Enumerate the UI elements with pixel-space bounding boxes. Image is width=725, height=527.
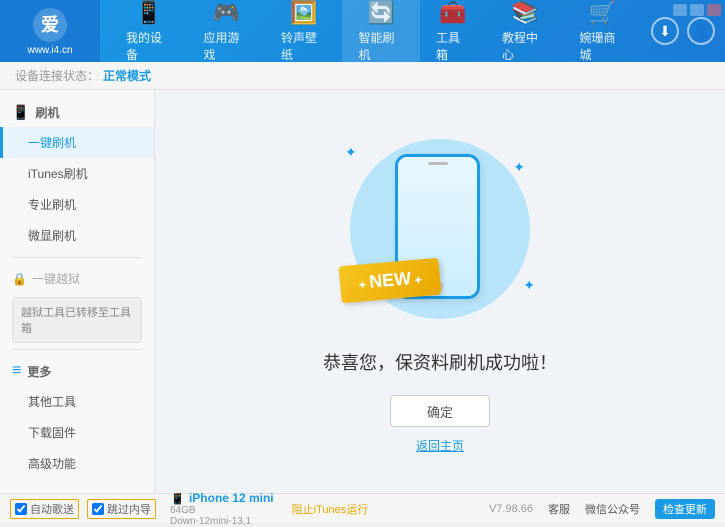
nav-label-smart-flash: 智能刷机 (358, 29, 403, 63)
device-firmware: Down-12mini-13,1 (170, 516, 274, 527)
wechat-official-link[interactable]: 微信公众号 (585, 501, 640, 517)
maximize-btn[interactable] (690, 4, 704, 16)
apps-games-icon: 🎮 (213, 0, 240, 26)
phone-speaker (428, 162, 448, 165)
svg-text:爱: 爱 (41, 15, 59, 35)
success-title: 恭喜您，保资料刷机成功啦！ (323, 349, 557, 375)
flash-section-icon: 📱 (12, 104, 29, 121)
download-btn[interactable]: ⬇ (651, 17, 679, 45)
skip-wizard-input[interactable] (92, 503, 104, 515)
device-storage: 64GB (170, 505, 274, 516)
auto-launch-checkbox[interactable]: 自动歌送 (10, 499, 79, 519)
stop-itunes[interactable]: 阻止iTunes运行 (292, 501, 369, 517)
nav-label-ringtone: 铃声壁纸 (281, 29, 326, 63)
nav-label-apps-games: 应用游戏 (203, 29, 248, 63)
bottom-right: V7.98.66 客服 微信公众号 检查更新 (489, 499, 715, 519)
nav-item-apps-games[interactable]: 🎮 应用游戏 (187, 0, 264, 62)
bottom-bar: 自动歌送 跳过内导 📱 iPhone 12 mini 64GB Down-12m… (0, 493, 725, 523)
main-layout: 📱 刷机 一键刷机 iTunes刷机 专业刷机 微显刷机 🔒 一键越狱 越狱工具… (0, 90, 725, 493)
nav-item-my-device[interactable]: 📱 我的设备 (110, 0, 187, 62)
jailbreak-notice: 越狱工具已转移至工具箱 (12, 297, 142, 343)
check-update-btn[interactable]: 检查更新 (655, 499, 715, 519)
nav-items: 📱 我的设备 🎮 应用游戏 🖼️ 铃声壁纸 🔄 智能刷机 🧰 工具箱 📚 教程中… (100, 0, 651, 62)
sidebar-item-advanced[interactable]: 高级功能 (0, 448, 154, 479)
nav-label-tutorial: 教程中心 (502, 29, 547, 63)
nav-item-toolbox[interactable]: 🧰 工具箱 (420, 0, 486, 62)
one-key-flash-label: 一键刷机 (28, 136, 76, 150)
device-info: 📱 iPhone 12 mini 64GB Down-12mini-13,1 (170, 491, 274, 527)
tutorial-icon: 📚 (511, 0, 538, 26)
itunes-flash-label: iTunes刷机 (28, 167, 88, 181)
skip-wizard-checkbox[interactable]: 跳过内导 (87, 499, 156, 519)
customer-service-link[interactable]: 客服 (548, 501, 570, 517)
status-bar: 设备连接状态： 正常模式 (0, 62, 725, 90)
screen-flash-label: 微显刷机 (28, 229, 76, 243)
status-value: 正常模式 (103, 67, 151, 84)
mom-store-icon: 🛒 (589, 0, 616, 26)
version-text: V7.98.66 (489, 503, 533, 515)
sidebar-item-itunes-flash[interactable]: iTunes刷机 (0, 158, 154, 189)
skip-wizard-label: 跳过内导 (107, 501, 151, 517)
sidebar-item-download-firmware[interactable]: 下载固件 (0, 417, 154, 448)
sidebar-section-jailbreak: 🔒 一键越狱 (0, 264, 154, 293)
nav-item-mom-store[interactable]: 🛒 婉珊商城 (564, 0, 641, 62)
content-area: ✦ ✦ ✦ NEW 恭喜您，保资料刷机成功啦！ 确定 返回主页 (155, 90, 725, 493)
status-label: 设备连接状态： (15, 67, 99, 84)
sidebar: 📱 刷机 一键刷机 iTunes刷机 专业刷机 微显刷机 🔒 一键越狱 越狱工具… (0, 90, 155, 493)
sidebar-section-more: ≡ 更多 (0, 356, 154, 386)
jailbreak-label: 一键越狱 (32, 270, 80, 287)
download-firmware-label: 下载固件 (28, 426, 76, 440)
top-right: ⬇ 👤 (651, 17, 725, 45)
window-controls (673, 4, 721, 16)
nav-label-my-device: 我的设备 (126, 29, 171, 63)
nav-item-ringtone[interactable]: 🖼️ 铃声壁纸 (265, 0, 342, 62)
more-section-label: 更多 (27, 363, 51, 380)
sidebar-section-flash: 📱 刷机 (0, 98, 154, 127)
confirm-button[interactable]: 确定 (390, 395, 490, 427)
sidebar-item-other-tools[interactable]: 其他工具 (0, 386, 154, 417)
bottom-left: 自动歌送 跳过内导 📱 iPhone 12 mini 64GB Down-12m… (10, 491, 489, 527)
sidebar-divider-2 (12, 349, 142, 350)
auto-launch-input[interactable] (15, 503, 27, 515)
nav-item-smart-flash[interactable]: 🔄 智能刷机 (342, 0, 419, 62)
logo-icon: 爱 (32, 7, 68, 43)
go-home-link[interactable]: 返回主页 (416, 437, 464, 454)
minimize-btn[interactable] (673, 4, 687, 16)
my-device-icon: 📱 (135, 0, 162, 26)
sparkle-1: ✦ (345, 144, 357, 161)
other-tools-label: 其他工具 (28, 395, 76, 409)
nav-item-tutorial[interactable]: 📚 教程中心 (486, 0, 563, 62)
sidebar-item-one-key-flash[interactable]: 一键刷机 (0, 127, 154, 158)
logo-area: 爱 www.i4.cn (0, 0, 100, 62)
user-btn[interactable]: 👤 (687, 17, 715, 45)
success-content: ✦ ✦ ✦ NEW 恭喜您，保资料刷机成功啦！ 确定 返回主页 (323, 129, 557, 454)
smart-flash-icon: 🔄 (367, 0, 394, 26)
jailbreak-notice-text: 越狱工具已转移至工具箱 (21, 307, 131, 335)
phone-illustration: ✦ ✦ ✦ NEW (340, 129, 540, 329)
logo-text: www.i4.cn (27, 45, 72, 56)
close-btn[interactable] (707, 4, 721, 16)
sparkle-2: ✦ (513, 159, 525, 176)
ringtone-icon: 🖼️ (290, 0, 317, 26)
toolbox-icon: 🧰 (439, 0, 466, 26)
sparkle-3: ✦ (523, 277, 535, 294)
nav-label-toolbox: 工具箱 (436, 29, 470, 63)
top-bar: 爱 www.i4.cn 📱 我的设备 🎮 应用游戏 🖼️ 铃声壁纸 🔄 智能刷机… (0, 0, 725, 62)
flash-section-label: 刷机 (35, 104, 59, 121)
auto-launch-label: 自动歌送 (30, 501, 74, 517)
sidebar-divider-1 (12, 257, 142, 258)
sidebar-item-screen-flash[interactable]: 微显刷机 (0, 220, 154, 251)
advanced-label: 高级功能 (28, 457, 76, 471)
lock-icon: 🔒 (12, 272, 27, 286)
nav-label-mom-store: 婉珊商城 (580, 29, 625, 63)
more-section-icon: ≡ (12, 362, 21, 380)
pro-flash-label: 专业刷机 (28, 198, 76, 212)
sidebar-item-pro-flash[interactable]: 专业刷机 (0, 189, 154, 220)
